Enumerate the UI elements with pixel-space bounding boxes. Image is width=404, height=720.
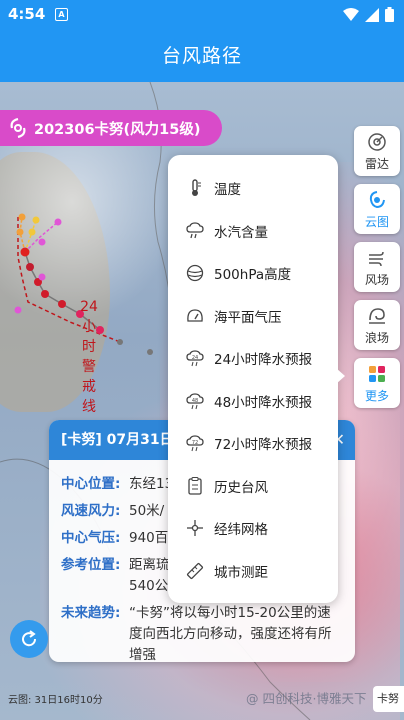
typhoon-icon	[10, 118, 26, 138]
menu-item-sea-level-pressure[interactable]: 海平面气压	[168, 295, 338, 338]
gauge-icon	[186, 307, 204, 325]
page-title: 台风路径	[161, 45, 242, 67]
warning-line-char: 戒	[82, 379, 96, 395]
cloud-image-time: 云图: 31日16时10分	[8, 695, 103, 706]
menu-item-city-distance[interactable]: 城市测距	[168, 550, 338, 593]
warning-line-label: 24 小 时 警 戒 线	[80, 297, 98, 417]
app-header: 台风路径	[0, 30, 404, 82]
typhoon-selector[interactable]: 202306卡努(风力15级)	[0, 110, 222, 146]
menu-item-500hpa[interactable]: 500hPa高度	[168, 252, 338, 295]
info-value: 东经13	[129, 476, 174, 492]
svg-text:72: 72	[192, 440, 198, 446]
menu-item-label: 海平面气压	[214, 309, 282, 326]
ruler-icon	[186, 562, 204, 580]
info-key: 中心位置:	[61, 476, 121, 492]
tool-label: 风场	[364, 272, 389, 287]
menu-item-label: 温度	[214, 182, 241, 199]
wind-icon	[366, 247, 388, 269]
refresh-icon	[22, 630, 37, 647]
notification-icon: A	[55, 8, 68, 21]
svg-text:48: 48	[192, 398, 198, 404]
tool-satellite-cloud[interactable]: 云图	[354, 184, 400, 234]
info-key: 中心气压:	[61, 530, 121, 546]
status-bar: 4:54 A	[0, 0, 404, 30]
grid-more-icon	[366, 363, 388, 385]
menu-item-rain-24h[interactable]: 24 24小时降水预报	[168, 337, 338, 380]
menu-item-label: 500hPa高度	[214, 267, 292, 284]
satellite-cloud-icon	[366, 189, 388, 211]
rain-24-icon: 24	[186, 349, 204, 367]
warning-line-char: 时	[82, 339, 96, 355]
thermometer-icon	[186, 179, 204, 197]
rain-72-icon: 72	[186, 434, 204, 452]
battery-icon	[385, 7, 394, 22]
warning-line-char: 线	[82, 399, 96, 415]
tool-label: 更多	[364, 388, 389, 403]
info-value: “卡努”将以每小时15-20公里的速度向西北方向移动，强度还将有所增强	[129, 605, 332, 662]
menu-item-label: 24小时降水预报	[214, 352, 313, 369]
rain-48-icon: 48	[186, 392, 204, 410]
info-row: 未来趋势: “卡努”将以每小时15-20公里的速度向西北方向移动，强度还将有所增…	[49, 603, 355, 662]
warning-line-char: 警	[82, 359, 96, 375]
menu-pointer	[336, 368, 345, 384]
info-key: 参考位置:	[61, 557, 121, 573]
menu-item-label: 城市测距	[214, 564, 268, 581]
history-doc-icon	[186, 476, 204, 495]
menu-item-temperature[interactable]: 温度	[168, 167, 338, 210]
signal-icon	[365, 7, 379, 22]
map-footer: 云图: 31日16时10分 @ 四创科技·博雅天下 卡努	[0, 686, 404, 720]
wave-icon	[366, 305, 388, 327]
info-key: 未来趋势:	[61, 605, 121, 621]
radar-icon	[366, 131, 388, 153]
svg-text:24: 24	[192, 355, 198, 361]
tool-radar[interactable]: 雷达	[354, 126, 400, 176]
menu-item-rain-48h[interactable]: 48 48小时降水预报	[168, 380, 338, 423]
warning-line-char: 24	[80, 299, 98, 315]
more-layers-menu: 温度 水汽含量 500hPa高度 海平面气压 24 24小时降水预报 48 48…	[168, 155, 338, 603]
status-time: 4:54	[8, 5, 46, 23]
system-icons	[343, 7, 394, 22]
menu-item-water-vapor[interactable]: 水汽含量	[168, 210, 338, 253]
rain-cloud-icon	[186, 222, 204, 240]
info-value: 距离琉 540公	[129, 557, 170, 594]
typhoon-chip[interactable]: 卡努	[373, 686, 404, 712]
wifi-icon	[343, 7, 359, 21]
tool-label: 雷达	[364, 156, 389, 171]
menu-item-label: 经纬网格	[214, 522, 268, 539]
watermark: @ 四创科技·博雅天下	[246, 691, 367, 706]
menu-item-label: 72小时降水预报	[214, 437, 313, 454]
refresh-button[interactable]	[10, 620, 48, 658]
menu-item-rain-72h[interactable]: 72 72小时降水预报	[168, 422, 338, 465]
menu-item-label: 水汽含量	[214, 224, 268, 241]
globe-icon	[186, 264, 204, 282]
menu-item-history-typhoon[interactable]: 历史台风	[168, 465, 338, 508]
tool-wave-field[interactable]: 浪场	[354, 300, 400, 350]
tool-wind-field[interactable]: 风场	[354, 242, 400, 292]
crosshair-icon	[186, 519, 204, 537]
info-value: 50米/	[129, 503, 165, 519]
menu-item-label: 历史台风	[214, 479, 268, 496]
tool-label: 浪场	[364, 330, 389, 345]
typhoon-label: 202306卡努(风力15级)	[34, 121, 201, 138]
info-value: 940百	[129, 530, 169, 546]
tool-label: 云图	[364, 214, 389, 229]
menu-item-label: 48小时降水预报	[214, 394, 313, 411]
warning-line-char: 小	[82, 319, 96, 335]
layer-toolbar: 雷达 云图 风场 浪场 更多	[354, 126, 400, 408]
menu-item-grid[interactable]: 经纬网格	[168, 507, 338, 550]
info-key: 风速风力:	[61, 503, 121, 519]
tool-more[interactable]: 更多	[354, 358, 400, 408]
